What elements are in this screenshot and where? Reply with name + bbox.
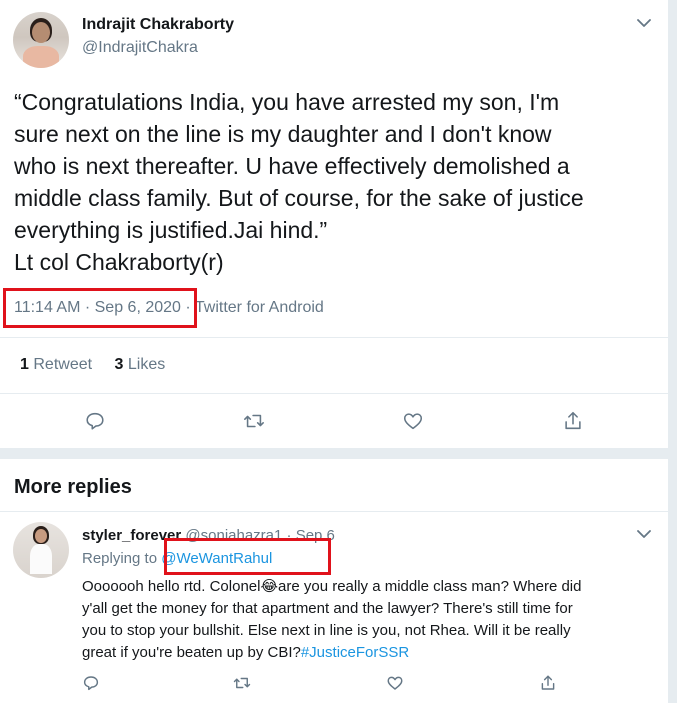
- retweets-label: Retweet: [33, 356, 93, 373]
- tweet-timestamp[interactable]: 11:14 AM · Sep 6, 2020: [14, 299, 181, 316]
- tweet-text-line: sure next on the line is my daughter and…: [14, 121, 552, 147]
- likes-label: Likes: [127, 356, 166, 373]
- tweet-text: “Congratulations India, you have arreste…: [14, 86, 584, 278]
- reply-text-line: y'all get the money for that apartment a…: [82, 600, 573, 617]
- divider: [0, 337, 668, 338]
- author-avatar[interactable]: [13, 12, 69, 68]
- tweet-text-line: who is next thereafter. U have effective…: [14, 153, 570, 179]
- reply-icon[interactable]: [80, 672, 102, 694]
- tweet-text-line: everything is justified.Jai hind.”: [14, 217, 328, 243]
- like-icon[interactable]: [400, 408, 426, 434]
- reply-date[interactable]: Sep 6: [296, 527, 335, 544]
- divider: [0, 393, 668, 394]
- reply-text: Ooooooh hello rtd. Colonel😂are you reall…: [82, 576, 581, 664]
- avatar-body: [30, 544, 52, 574]
- laughing-emoji-icon: 😂: [260, 578, 278, 595]
- avatar-body: [23, 46, 59, 68]
- retweet-icon[interactable]: [241, 408, 267, 434]
- replying-to: Replying to @WeWantRahul: [82, 550, 272, 567]
- avatar-face: [32, 22, 50, 43]
- reply-text-line: you to stop your bullshit. Else next in …: [82, 622, 571, 639]
- reply-author-handle[interactable]: @soniahazra1: [185, 527, 282, 544]
- tweet-stats: 1 Retweet 3 Likes: [20, 356, 165, 374]
- section-title: More replies: [14, 476, 132, 498]
- chevron-down-icon[interactable]: [633, 13, 655, 33]
- avatar-face: [35, 529, 47, 543]
- retweet-icon[interactable]: [231, 672, 253, 694]
- reply-icon[interactable]: [82, 408, 108, 434]
- section-separator: [0, 448, 668, 459]
- author-name[interactable]: Indrajit Chakraborty: [82, 16, 234, 34]
- share-icon[interactable]: [560, 408, 586, 434]
- replying-to-handle[interactable]: @WeWantRahul: [161, 550, 272, 567]
- reply-text-line: great if you're beaten up by CBI?#Justic…: [82, 642, 581, 664]
- reply-text-part: are you really a middle class man? Where…: [278, 578, 582, 595]
- tweet-text-line: middle class family. But of course, for …: [14, 185, 584, 211]
- reply-text-part: Ooooooh hello rtd. Colonel: [82, 578, 261, 595]
- likes-stat[interactable]: 3 Likes: [115, 356, 166, 373]
- reply-author-name[interactable]: styler_forever: [82, 527, 181, 544]
- replying-to-label: Replying to: [82, 550, 158, 567]
- chevron-down-icon[interactable]: [633, 524, 655, 544]
- like-icon[interactable]: [384, 672, 406, 694]
- author-handle[interactable]: @IndrajitChakra: [82, 39, 198, 57]
- tweet-source[interactable]: Twitter for Android: [195, 299, 324, 316]
- hashtag-link[interactable]: #JusticeForSSR: [301, 644, 409, 661]
- reply-author-avatar[interactable]: [13, 522, 69, 578]
- divider: [0, 511, 668, 512]
- page-edge: [668, 0, 677, 703]
- tweet-text-line: Lt col Chakraborty(r): [14, 249, 224, 275]
- share-icon[interactable]: [537, 672, 559, 694]
- tweet-meta: 11:14 AM · Sep 6, 2020 · Twitter for And…: [14, 299, 324, 317]
- reply-text-line: Ooooooh hello rtd. Colonel😂are you reall…: [82, 576, 581, 598]
- tweet-text-line: “Congratulations India, you have arreste…: [14, 89, 560, 115]
- reply-separator: ·: [286, 527, 292, 544]
- reply-text-part: great if you're beaten up by CBI?: [82, 644, 301, 661]
- reply-header: styler_forever @soniahazra1 · Sep 6: [82, 527, 335, 544]
- retweets-count: 1: [20, 356, 29, 373]
- retweets-stat[interactable]: 1 Retweet: [20, 356, 97, 373]
- meta-separator: ·: [180, 299, 195, 316]
- likes-count: 3: [114, 356, 124, 373]
